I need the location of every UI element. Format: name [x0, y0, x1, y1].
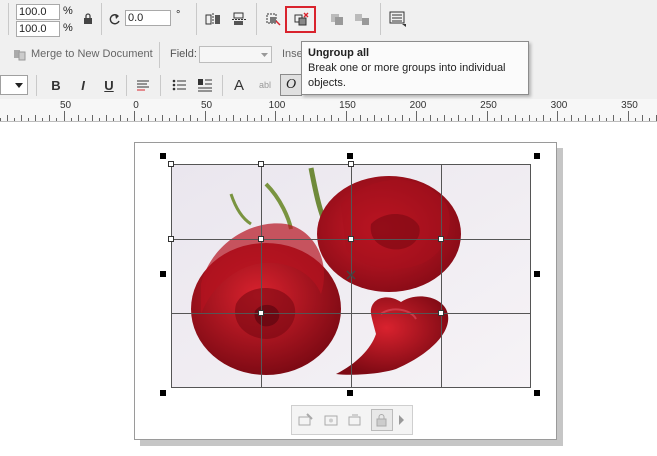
- handle-middle-right[interactable]: [534, 271, 540, 277]
- bitmap-crop-icon[interactable]: [320, 409, 342, 431]
- bitmap-edit-icon[interactable]: [295, 409, 317, 431]
- handle-middle-left[interactable]: [160, 271, 166, 277]
- ungroup-all-tooltip: Ungroup all Break one or more groups int…: [301, 41, 529, 95]
- node-6[interactable]: [348, 236, 354, 242]
- tooltip-title: Ungroup all: [308, 47, 370, 59]
- node-2[interactable]: [258, 161, 264, 167]
- bitmap-trace-icon[interactable]: [345, 409, 367, 431]
- node-5[interactable]: [258, 236, 264, 242]
- handle-top-right[interactable]: [534, 153, 540, 159]
- more-options-arrow[interactable]: [399, 415, 404, 425]
- handle-bottom-center[interactable]: [347, 390, 353, 396]
- node-3[interactable]: [348, 161, 354, 167]
- bitmap-lock-button[interactable]: [371, 409, 393, 431]
- handle-top-left[interactable]: [160, 153, 166, 159]
- node-4[interactable]: [168, 236, 174, 242]
- bitmap-mini-toolbar: [291, 405, 413, 435]
- node-8[interactable]: [258, 310, 264, 316]
- handle-top-center[interactable]: [347, 153, 353, 159]
- handle-bottom-left[interactable]: [160, 390, 166, 396]
- handle-bottom-right[interactable]: [534, 390, 540, 396]
- tooltip-description: Break one or more groups into individual…: [308, 62, 506, 89]
- node-9[interactable]: [438, 310, 444, 316]
- node-1[interactable]: [168, 161, 174, 167]
- node-7[interactable]: [438, 236, 444, 242]
